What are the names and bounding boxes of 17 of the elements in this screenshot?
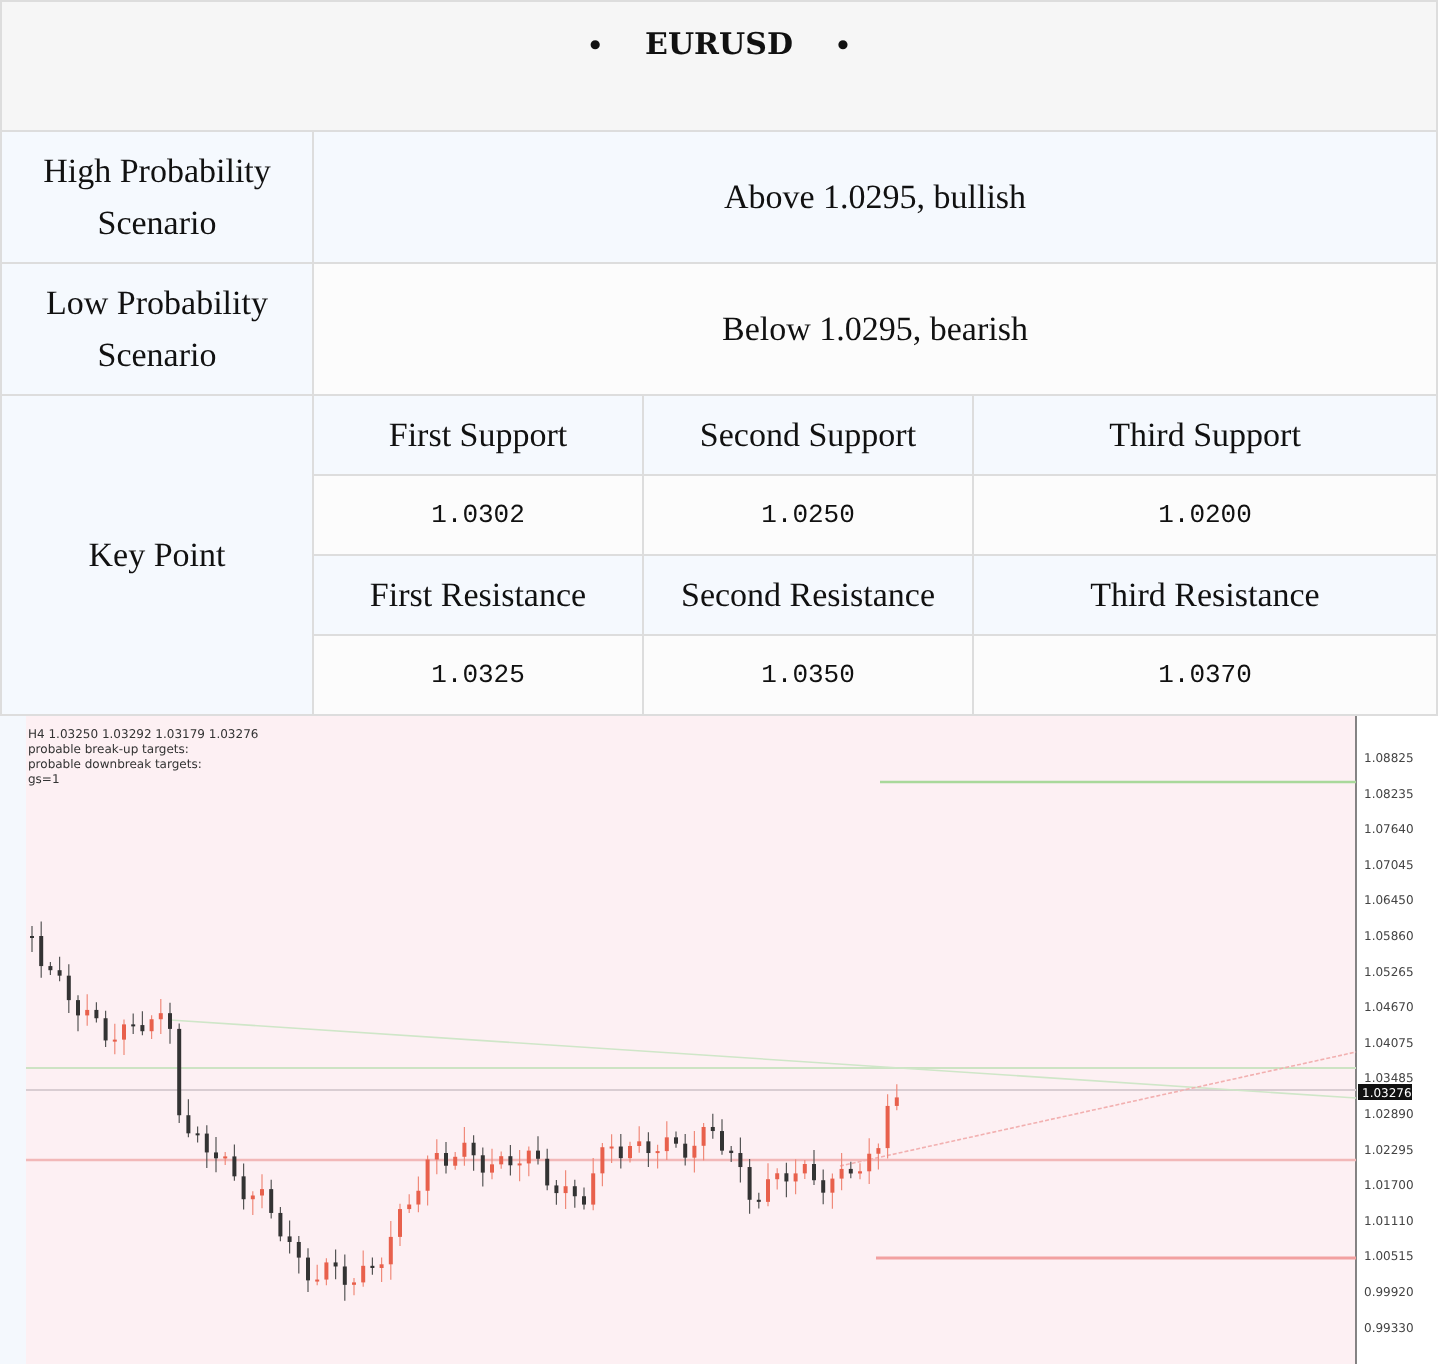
level-value: 1.0350 <box>644 636 974 716</box>
row-label: High Probability Scenario <box>2 132 314 264</box>
bullet: • <box>589 26 602 66</box>
level-heading: First Resistance <box>314 556 644 636</box>
level-value: 1.0302 <box>314 476 644 556</box>
row-label: Low Probability Scenario <box>2 264 314 396</box>
symbol-title: EURUSD <box>645 26 793 62</box>
level-value: 1.0250 <box>644 476 974 556</box>
level-value: 1.0325 <box>314 636 644 716</box>
bullet: • <box>836 26 849 66</box>
level-heading: Second Resistance <box>644 556 974 636</box>
level-heading: First Support <box>314 396 644 476</box>
level-heading: Third Support <box>974 396 1436 476</box>
scenario-value: Above 1.0295, bullish <box>314 132 1436 264</box>
level-heading: Third Resistance <box>974 556 1436 636</box>
level-heading: Second Support <box>644 396 974 476</box>
row-label: Key Point <box>2 396 314 716</box>
